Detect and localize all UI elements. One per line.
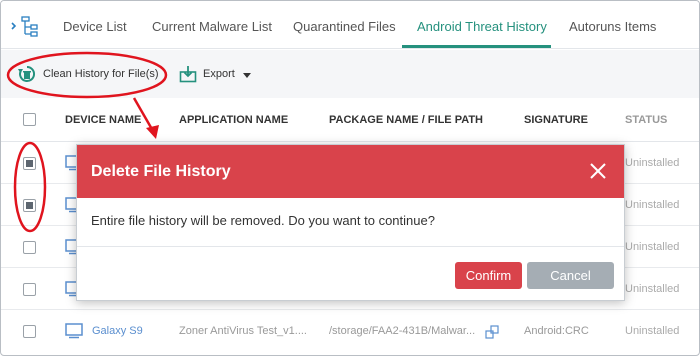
dialog-header: Delete File History (77, 145, 624, 198)
dialog-message: Entire file history will be removed. Do … (91, 213, 435, 228)
toolbar: Clean History for File(s) Export (1, 50, 699, 98)
row-checkbox[interactable] (23, 241, 36, 254)
column-device-name[interactable]: DEVICE NAME (65, 98, 141, 142)
status-cell: Uninstalled (625, 325, 680, 337)
chevron-down-icon (242, 72, 251, 78)
export-label: Export (203, 68, 235, 80)
row-checkbox[interactable] (23, 199, 36, 212)
status-cell: Uninstalled (625, 199, 680, 211)
active-tab-indicator (402, 45, 551, 48)
tree-expand-icon[interactable] (9, 15, 43, 37)
export-button[interactable]: Export (179, 62, 251, 86)
application-name-cell: Zoner AntiVirus Test_v1.... (179, 325, 307, 337)
file-path-cell: /storage/FAA2-431B/Malwar... (329, 325, 476, 337)
tab-autoruns-items[interactable]: Autoruns Items (569, 1, 656, 49)
status-cell: Uninstalled (625, 157, 680, 169)
column-status[interactable]: STATUS (625, 98, 667, 142)
dialog-title: Delete File History (91, 163, 231, 180)
cancel-button[interactable]: Cancel (527, 262, 614, 289)
status-cell: Uninstalled (625, 241, 680, 253)
row-checkbox[interactable] (23, 325, 36, 338)
signature-cell: Android:CRC (524, 325, 589, 337)
tab-device-list[interactable]: Device List (63, 1, 127, 49)
tab-current-malware-list[interactable]: Current Malware List (152, 1, 272, 49)
table-header: DEVICE NAME APPLICATION NAME PACKAGE NAM… (1, 98, 699, 142)
close-icon[interactable] (588, 161, 608, 181)
export-icon (179, 66, 197, 83)
tab-bar: Device List Current Malware List Quarant… (1, 1, 699, 49)
status-cell: Uninstalled (625, 283, 680, 295)
device-icon (65, 323, 83, 339)
column-application-name[interactable]: APPLICATION NAME (179, 98, 288, 142)
clean-history-icon (18, 65, 36, 82)
delete-file-history-dialog: Delete File History Entire file history … (76, 144, 625, 301)
dialog-divider (77, 246, 624, 247)
column-package-name[interactable]: PACKAGE NAME / FILE PATH (329, 98, 483, 142)
row-checkbox[interactable] (23, 283, 36, 296)
clean-history-button[interactable]: Clean History for File(s) (17, 62, 159, 86)
external-link-icon[interactable] (485, 325, 499, 339)
table-row[interactable]: Galaxy S9 Zoner AntiVirus Test_v1.... /s… (1, 311, 699, 352)
tab-android-threat-history[interactable]: Android Threat History (417, 1, 547, 49)
tab-quarantined-files[interactable]: Quarantined Files (293, 1, 396, 49)
device-name-link[interactable]: Galaxy S9 (92, 311, 143, 352)
confirm-button[interactable]: Confirm (455, 262, 522, 289)
clean-history-label: Clean History for File(s) (43, 68, 159, 80)
column-signature[interactable]: SIGNATURE (524, 98, 588, 142)
row-checkbox[interactable] (23, 157, 36, 170)
select-all-checkbox[interactable] (23, 113, 36, 126)
app-frame: Device List Current Malware List Quarant… (0, 0, 700, 356)
